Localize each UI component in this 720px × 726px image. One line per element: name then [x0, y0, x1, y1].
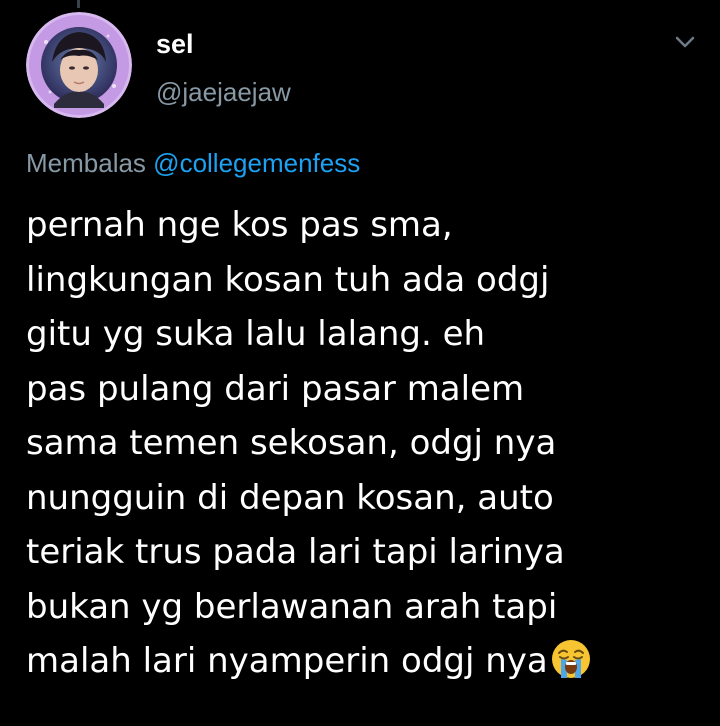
username[interactable]: @jaejaejaw — [156, 76, 291, 108]
loudly-crying-face-icon — [550, 638, 592, 697]
tweet-line: pernah nge kos pas sma, — [26, 205, 453, 245]
thread-connector-line — [77, 0, 80, 8]
reply-mention-link[interactable]: @collegemenfess — [153, 148, 360, 178]
avatar-image — [26, 12, 132, 118]
tweet-line: gitu yg suka lalu lalang. eh — [26, 314, 486, 354]
tweet-last-line-wrap: malah lari nyamperin odgj nya — [26, 634, 706, 697]
tweet-line: bukan yg berlawanan arah tapi — [26, 586, 558, 627]
chevron-down-icon[interactable] — [670, 30, 700, 54]
avatar[interactable] — [26, 12, 132, 118]
reply-context: Membalas @collegemenfess — [26, 146, 360, 180]
reply-prefix: Membalas — [26, 148, 146, 178]
tweet-line: teriak trus pada lari tapi larinya — [26, 532, 565, 572]
tweet-line: pas pulang dari pasar malem — [26, 368, 525, 409]
tweet-line: sama temen sekosan, odgj nya — [26, 423, 557, 463]
tweet-line: nungguin di depan kosan, auto — [26, 477, 554, 518]
tweet-line: malah lari nyamperin odgj nya — [26, 641, 548, 681]
tweet-text: pernah nge kos pas sma, lingkungan kosan… — [26, 198, 706, 697]
tweet-container: sel @jaejaejaw Membalas @collegemenfess … — [0, 0, 720, 726]
tweet-line: lingkungan kosan tuh ada odgj — [26, 259, 550, 300]
display-name[interactable]: sel — [156, 28, 194, 60]
